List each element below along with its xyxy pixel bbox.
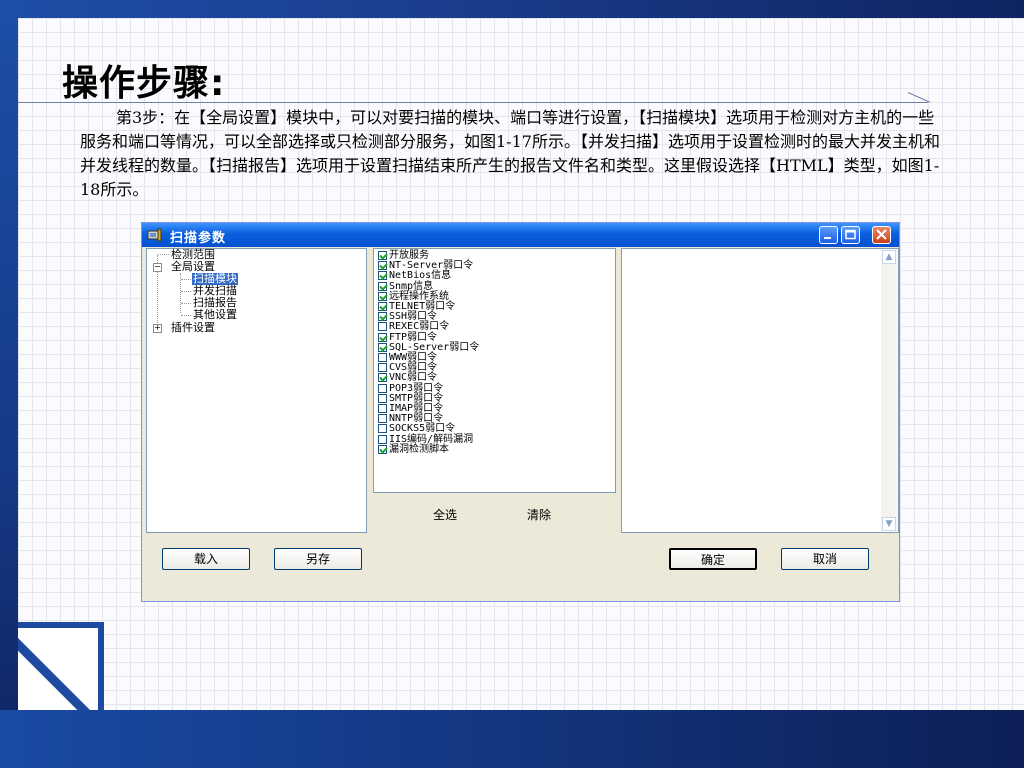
tree-line (181, 303, 191, 304)
checkbox-checked[interactable] (378, 271, 387, 281)
checkbox-unchecked[interactable] (378, 383, 387, 393)
close-icon (876, 229, 887, 240)
vertical-scrollbar[interactable]: ▲ ▼ (881, 250, 897, 531)
checkbox-unchecked[interactable] (378, 404, 387, 413)
checkbox-unchecked[interactable] (378, 414, 387, 424)
tree-line (181, 279, 191, 280)
detail-pane: ▲ ▼ (621, 248, 899, 533)
frame-left-bar (0, 0, 18, 768)
maximize-icon (845, 229, 856, 240)
module-checkbox-row[interactable]: 漏洞检测脚本 (378, 443, 449, 455)
scan-params-dialog: 扫描参数 检测范围 − 全局设置 扫描模块 并发扫描 扫描报告 其他设置 + 插… (141, 222, 900, 602)
checkbox-unchecked[interactable] (378, 424, 387, 434)
close-button[interactable] (872, 226, 891, 244)
maximize-button[interactable] (841, 226, 860, 244)
dialog-title: 扫描参数 (170, 231, 227, 246)
corner-decoration (18, 622, 104, 710)
select-all-button[interactable]: 全选 (433, 506, 457, 523)
checkbox-checked[interactable] (378, 444, 387, 454)
tree-item-other-settings[interactable]: 其他设置 (193, 309, 237, 321)
checkbox-unchecked[interactable] (378, 353, 387, 362)
slide-body-text: 第3步：在【全局设置】模块中，可以对要扫描的模块、端口等进行设置，【扫描模块】选… (80, 108, 940, 199)
checkbox-checked[interactable] (378, 373, 387, 383)
checkbox-unchecked[interactable] (378, 322, 387, 332)
minimize-button[interactable] (819, 226, 838, 244)
title-underline (18, 102, 928, 103)
scroll-up-icon[interactable]: ▲ (882, 250, 896, 264)
tree-line (181, 291, 191, 292)
load-button[interactable]: 载入 (162, 548, 250, 570)
clear-button[interactable]: 清除 (527, 506, 551, 523)
scan-module-list[interactable]: 开放服务 NT-Server弱口令 NetBios信息 Snmp信息 远程操作系统 TEL… (373, 248, 616, 493)
tree-line (181, 315, 191, 316)
checkbox-unchecked[interactable] (378, 363, 387, 373)
checkbox-checked[interactable] (378, 342, 387, 352)
frame-top-bar (0, 0, 1024, 18)
checkbox-checked[interactable] (378, 291, 387, 301)
checkbox-unchecked[interactable] (378, 434, 387, 444)
ok-button[interactable]: 确定 (669, 548, 757, 570)
checkbox-checked[interactable] (378, 332, 387, 342)
frame-bottom-bar (0, 710, 1024, 768)
slide-title: 操作步骤: (62, 63, 226, 104)
module-label: 漏洞检测脚本 (389, 443, 449, 455)
checkbox-checked[interactable] (378, 261, 387, 271)
cancel-button[interactable]: 取消 (781, 548, 869, 570)
checkbox-checked[interactable] (378, 281, 387, 291)
dialog-titlebar[interactable]: 扫描参数 (142, 223, 899, 247)
checkbox-checked[interactable] (378, 251, 387, 260)
save-as-button[interactable]: 另存 (274, 548, 362, 570)
settings-tree[interactable]: 检测范围 − 全局设置 扫描模块 并发扫描 扫描报告 其他设置 + 插件设置 (146, 248, 367, 533)
checkbox-unchecked[interactable] (378, 393, 387, 403)
tree-line (158, 254, 169, 255)
tree-item-plugin-settings[interactable]: 插件设置 (171, 322, 215, 334)
expand-icon[interactable]: + (153, 324, 162, 333)
checkbox-checked[interactable] (378, 312, 387, 322)
app-icon (147, 228, 162, 242)
minimize-icon (824, 237, 831, 239)
scroll-down-icon[interactable]: ▼ (882, 517, 896, 531)
checkbox-checked[interactable] (378, 302, 387, 311)
collapse-icon[interactable]: − (153, 263, 162, 272)
